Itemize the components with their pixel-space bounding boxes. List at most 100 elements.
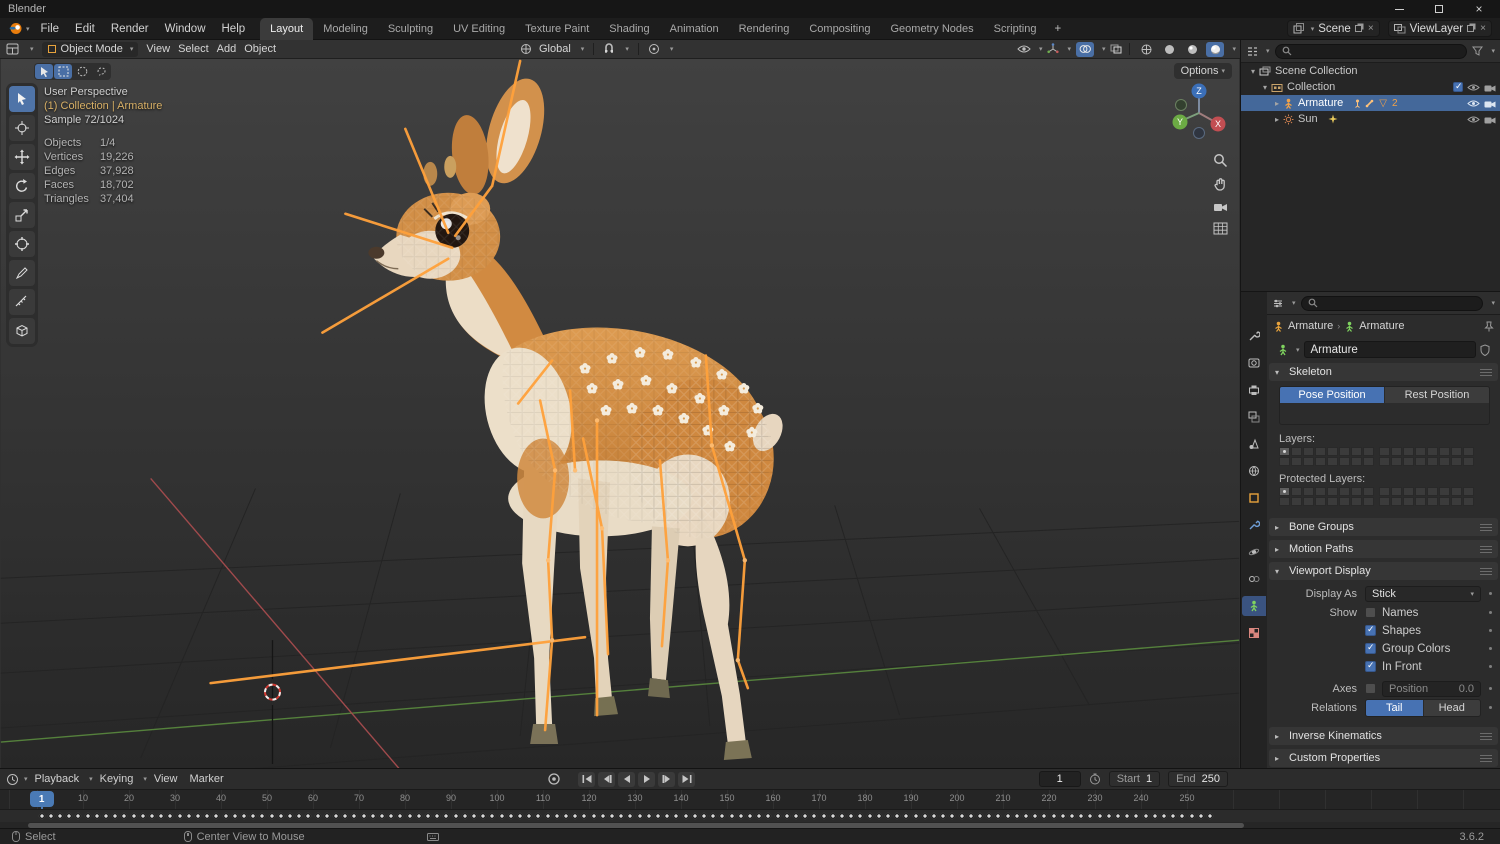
keyframe-diamond[interactable] [801,812,809,820]
layer-toggle[interactable] [1351,497,1362,506]
tool-scale[interactable] [9,202,35,228]
layer-toggle[interactable] [1363,497,1374,506]
animate-dot[interactable] [1489,647,1492,650]
layer-toggle[interactable] [1351,447,1362,456]
layer-toggle[interactable] [1291,487,1302,496]
tab-constraints-icon[interactable] [1242,569,1266,589]
layer-toggle[interactable] [1315,497,1326,506]
timeline-tick[interactable]: 200 [949,793,964,803]
eye-icon[interactable] [1467,83,1480,92]
layer-toggle[interactable] [1351,487,1362,496]
timeline-editor-icon[interactable] [6,773,19,786]
layer-toggle[interactable] [1339,457,1350,466]
layer-toggle[interactable] [1415,447,1426,456]
keyframe-diamond[interactable] [1068,812,1076,820]
layer-toggle[interactable] [1379,457,1390,466]
keyframe-diamond[interactable] [1178,812,1186,820]
shading-rendered-icon[interactable] [1206,41,1225,57]
menu-view[interactable]: View [146,43,170,55]
layer-toggle[interactable] [1427,457,1438,466]
keyframe-diamond[interactable] [562,812,570,820]
layer-toggle[interactable] [1339,447,1350,456]
keyframe-diamond[interactable] [617,812,625,820]
render-camera-icon[interactable] [1484,115,1496,124]
orientation-label[interactable]: Global [539,43,571,55]
menu-object[interactable]: Object [244,43,276,55]
keyframe-diamond[interactable] [222,812,230,820]
timeline-tick[interactable]: 110 [536,793,550,803]
timeline-ruler[interactable]: 10 20 30 40 50 60 70 80 90 100 110 120 130 140 150 160 1… [0,790,1500,810]
keyframe-diamond[interactable] [912,812,920,820]
tool-measure[interactable] [9,289,35,315]
menu-render[interactable]: Render [104,21,156,37]
layer-toggle[interactable] [1327,447,1338,456]
panel-drag-handle-icon[interactable] [1480,523,1492,531]
keyframe-diamond[interactable] [571,812,579,820]
keyframe-diamond[interactable] [130,812,138,820]
select-tweak-icon[interactable] [35,64,53,79]
keyframe-diamond[interactable] [1096,812,1104,820]
animate-dot[interactable] [1489,629,1492,632]
menu-playback[interactable]: Playback [30,773,85,785]
keyframe-diamond[interactable] [157,812,165,820]
keyframe-diamond[interactable] [663,812,671,820]
keyframe-diamond[interactable] [939,812,947,820]
layer-toggle[interactable] [1439,497,1450,506]
select-lasso-icon[interactable] [92,64,110,79]
transform-orientation-icon[interactable] [520,43,532,55]
layer-toggle[interactable] [1327,457,1338,466]
light-data-icon[interactable] [1328,114,1338,124]
camera-view-icon[interactable] [1213,201,1228,213]
properties-search-input[interactable] [1300,295,1484,311]
keyframe-diamond[interactable] [1188,812,1196,820]
menu-file[interactable]: File [34,21,67,37]
keyframe-diamond[interactable] [1022,812,1030,820]
keyframe-diamond[interactable] [608,812,616,820]
keyframe-diamond[interactable] [93,812,101,820]
panel-drag-handle-icon[interactable] [1480,368,1492,376]
keyframe-diamond[interactable] [654,812,662,820]
keyframe-diamond[interactable] [304,812,312,820]
checkbox[interactable] [1365,607,1376,618]
keyframe-diamond[interactable] [1040,812,1048,820]
outliner-row-scene-collection[interactable]: ▾ Scene Collection [1241,63,1500,79]
workspace-tab[interactable]: Geometry Nodes [880,18,983,40]
layer-toggle[interactable] [1363,487,1374,496]
mode-dropdown[interactable]: Object Mode ▾ [41,41,139,57]
layer-toggle[interactable] [1439,447,1450,456]
keyframe-diamond[interactable] [176,812,184,820]
filter-icon[interactable] [1472,46,1484,56]
keyframe-diamond[interactable] [755,812,763,820]
menu-view[interactable]: View [149,773,183,785]
panel-drag-handle-icon[interactable] [1480,732,1492,740]
timeline-tick[interactable]: 100 [489,793,504,803]
outliner-row-armature[interactable]: ▸ Armature ▽ 2 [1241,95,1500,111]
axes-position-slider[interactable]: Position 0.0 [1382,680,1481,697]
panel-custom-properties-header[interactable]: ▸ Custom Properties [1269,749,1498,767]
keyframe-diamond[interactable] [415,812,423,820]
keyframe-diamond[interactable] [902,812,910,820]
keyframe-diamond[interactable] [452,812,460,820]
select-box-icon[interactable] [54,64,72,79]
keyframe-diamond[interactable] [875,812,883,820]
timeline-tick[interactable]: 150 [719,793,734,803]
keyframe-diamond[interactable] [774,812,782,820]
keyframe-diamond[interactable] [967,812,975,820]
next-keyframe-button[interactable] [658,771,675,787]
display-as-dropdown[interactable]: Stick ▾ [1365,585,1481,602]
tab-world-icon[interactable] [1242,461,1266,481]
keyframe-diamond[interactable] [820,812,828,820]
keyframe-diamond[interactable] [544,812,552,820]
keyframe-diamond[interactable] [166,812,174,820]
keyframe-diamond[interactable] [470,812,478,820]
keyframe-diamond[interactable] [203,812,211,820]
layer-toggle[interactable] [1403,487,1414,496]
fake-user-shield-icon[interactable] [1480,343,1490,356]
keyframe-diamond[interactable] [985,812,993,820]
titlebar[interactable]: Blender × [0,0,1500,18]
keyframe-diamond[interactable] [994,812,1002,820]
workspace-tab[interactable]: Shading [599,18,659,40]
keyframe-diamond[interactable] [856,812,864,820]
menu-keying[interactable]: Keying [95,773,139,785]
keyframe-diamond[interactable] [65,812,73,820]
